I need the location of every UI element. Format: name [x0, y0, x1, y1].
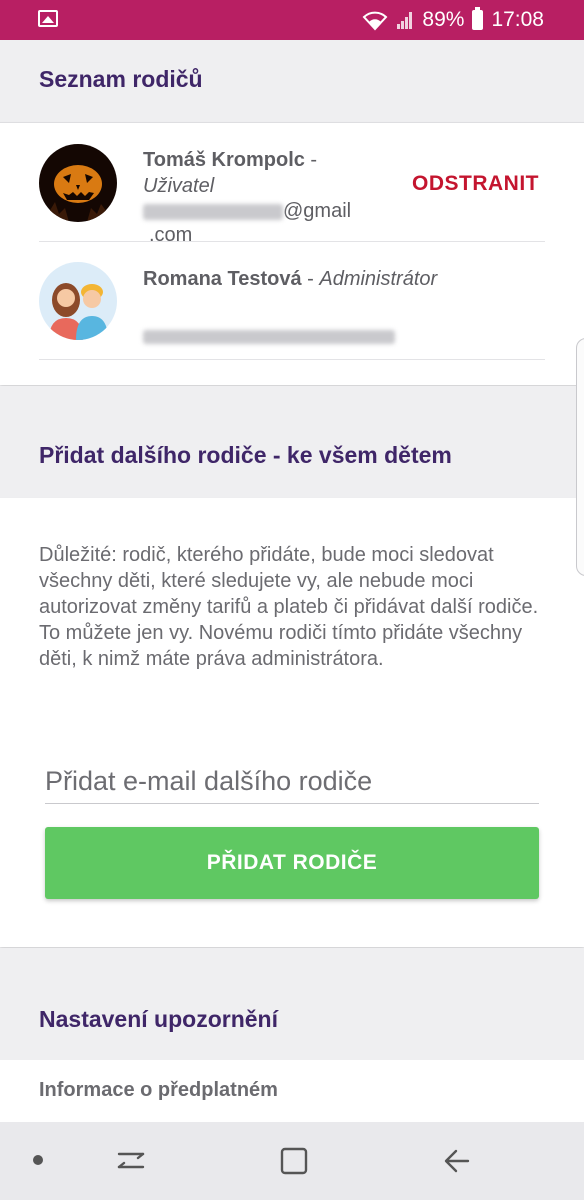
parent-role: Administrátor [319, 268, 438, 290]
subscription-info-item[interactable]: Informace o předplatném [39, 1079, 278, 1102]
home-icon[interactable] [279, 1146, 309, 1176]
parent-role-line: Uživatel [143, 175, 214, 198]
section-title-notifications: Nastavení upozornění [39, 1006, 278, 1032]
name-separator: - [301, 268, 320, 290]
parents-section-header: Seznam rodičů [0, 40, 584, 122]
clock: 17:08 [491, 8, 544, 31]
edge-panel-handle[interactable] [576, 338, 584, 576]
status-bar-right: 89% 17:08 [362, 7, 544, 32]
email-suffix: @gmail [283, 200, 352, 222]
avatar [39, 262, 117, 340]
add-parent-info: Důležité: rodič, kterého přidáte, bude m… [39, 544, 539, 670]
parent-role: Uživatel [143, 175, 215, 197]
parent-name: Tomáš Krompolc [143, 149, 305, 171]
add-parent-section-header: Přidat dalšího rodiče - ke všem dětem [0, 386, 584, 498]
section-title-parents: Seznam rodičů [39, 66, 203, 92]
parent-name-line: Romana Testová - Administrátor [143, 268, 437, 291]
notifications-section-header: Nastavení upozornění [0, 948, 584, 1060]
status-bar: 89% 17:08 [0, 0, 584, 40]
parent-name: Romana Testová [143, 268, 302, 290]
avatar [39, 144, 117, 222]
add-parent-button[interactable]: PŘIDAT RODIČE [45, 827, 539, 899]
battery-percent: 89% [422, 8, 465, 31]
pumpkin-avatar-icon [39, 144, 117, 222]
name-separator: - [304, 149, 318, 171]
remove-parent-button[interactable]: ODSTRANIT [412, 172, 539, 196]
wifi-icon [363, 11, 388, 31]
back-icon[interactable] [442, 1146, 472, 1176]
recents-icon[interactable] [116, 1146, 146, 1176]
couple-avatar-icon [39, 262, 117, 340]
parent-name-line: Tomáš Krompolc - [143, 149, 317, 172]
gallery-icon [38, 10, 58, 27]
notifications-card: Informace o předplatném [0, 1060, 584, 1122]
parent-row: Tomáš Krompolc - Uživatel @gmail .com OD… [39, 123, 545, 246]
parent-row: Romana Testová - Administrátor [39, 242, 545, 360]
battery-icon [472, 7, 484, 30]
signal-icon [397, 12, 413, 29]
nav-dot-icon[interactable] [33, 1155, 43, 1165]
parents-list: Tomáš Krompolc - Uživatel @gmail .com OD… [0, 122, 584, 385]
redacted-email [143, 203, 283, 220]
parent-email-input[interactable] [45, 759, 539, 804]
parent-email [143, 324, 395, 348]
parent-email: @gmail .com [143, 199, 351, 247]
redacted-email [143, 329, 395, 344]
section-title-add-parent: Přidat dalšího rodiče - ke všem dětem [39, 442, 452, 468]
navigation-bar [0, 1122, 584, 1200]
